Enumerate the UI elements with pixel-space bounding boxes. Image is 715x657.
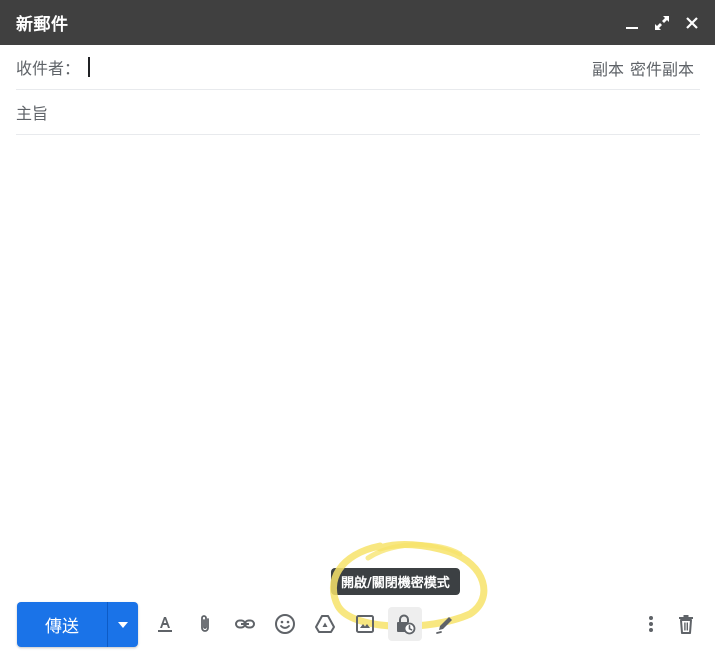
subject-placeholder: 主旨 bbox=[16, 104, 49, 123]
recipients-row: 收件者： 副本 密件副本 bbox=[16, 45, 700, 90]
send-button-group: 傳送 bbox=[17, 602, 138, 647]
compose-title: 新郵件 bbox=[16, 15, 69, 35]
cc-link[interactable]: 副本 bbox=[592, 56, 624, 80]
discard-draft-icon[interactable] bbox=[669, 607, 703, 641]
bcc-link[interactable]: 密件副本 bbox=[630, 56, 694, 80]
confidential-mode-tooltip: 開啟/關閉機密模式 bbox=[331, 568, 460, 595]
to-label: 收件者： bbox=[16, 59, 81, 78]
signature-icon[interactable] bbox=[428, 607, 462, 641]
confidential-mode-icon[interactable] bbox=[388, 607, 422, 641]
window-controls bbox=[621, 0, 703, 45]
more-options-icon[interactable] bbox=[634, 607, 668, 641]
minimize-icon[interactable] bbox=[621, 12, 643, 34]
attach-icon[interactable] bbox=[188, 607, 222, 641]
cc-bcc-links: 副本 密件副本 bbox=[592, 45, 694, 90]
compose-header: 新郵件 bbox=[0, 0, 715, 45]
close-icon[interactable] bbox=[681, 12, 703, 34]
chevron-down-icon bbox=[118, 621, 128, 628]
send-button[interactable]: 傳送 bbox=[17, 602, 107, 647]
message-body[interactable] bbox=[16, 136, 700, 586]
subject-field[interactable]: 主旨 bbox=[16, 90, 700, 135]
send-options-button[interactable] bbox=[107, 602, 138, 647]
fullscreen-icon[interactable] bbox=[651, 12, 673, 34]
link-icon[interactable] bbox=[228, 607, 262, 641]
photo-icon[interactable] bbox=[348, 607, 382, 641]
drive-icon[interactable] bbox=[308, 607, 342, 641]
emoji-icon[interactable] bbox=[268, 607, 302, 641]
format-text-icon[interactable] bbox=[148, 607, 182, 641]
